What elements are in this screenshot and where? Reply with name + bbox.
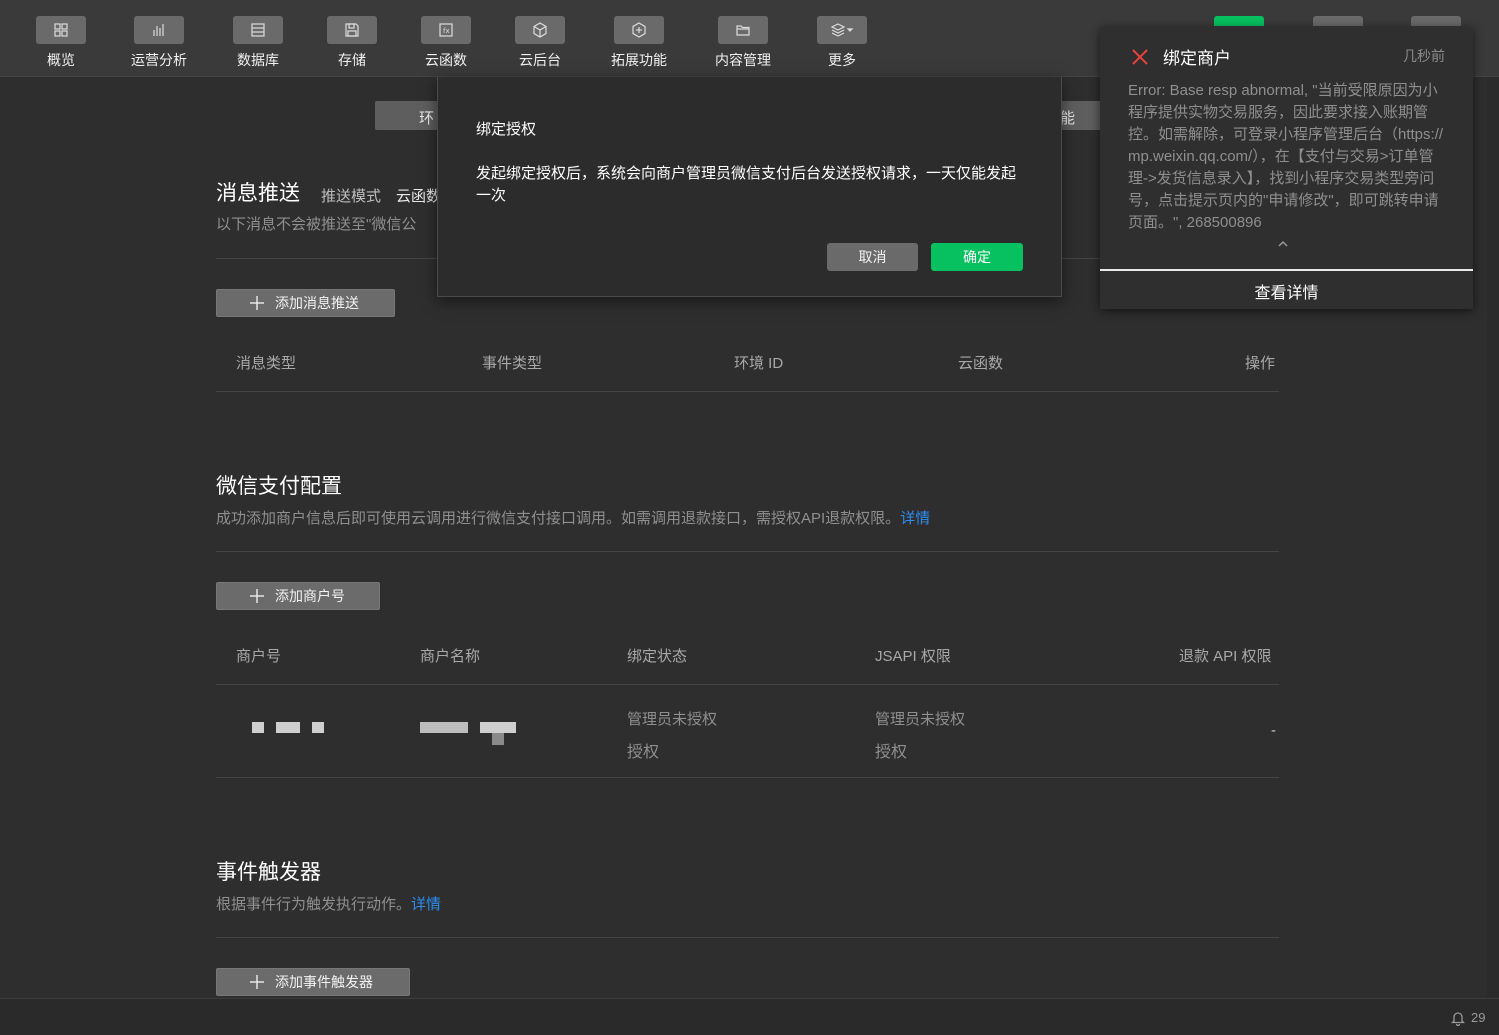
notification-message: Error: Base resp abnormal, "当前受限原因为小程序提供…: [1128, 82, 1444, 231]
bell-icon[interactable]: [1451, 1010, 1465, 1026]
button-label: 添加商户号: [275, 588, 345, 604]
tab-environment[interactable]: 环: [419, 107, 434, 128]
wxpay-detail-link[interactable]: 详情: [900, 510, 930, 527]
plus-icon: [250, 975, 264, 989]
grid-icon: [54, 23, 68, 37]
toolbar-analytics-button[interactable]: 运营分析: [114, 16, 204, 70]
toolbar-label: 存储: [338, 52, 366, 68]
bind-authorize-dialog: 绑定授权 发起绑定授权后，系统会向商户管理员微信支付后台发送授权请求，一天仅能发…: [437, 77, 1062, 297]
bar-chart-icon: [153, 24, 164, 36]
notification-title: 绑定商户: [1163, 49, 1231, 68]
toolbar-functions-button[interactable]: fx 云函数: [401, 16, 491, 70]
tab-feature[interactable]: 能: [1060, 107, 1075, 128]
event-trigger-detail-link[interactable]: 详情: [411, 896, 441, 913]
message-push-desc: 以下消息不会被推送至"微信公: [216, 216, 417, 233]
add-message-push-button[interactable]: 添加消息推送: [216, 289, 395, 317]
toolbar-storage-button[interactable]: 存储: [307, 16, 397, 70]
toolbar-content-button[interactable]: 内容管理: [698, 16, 788, 70]
toolbar-compile-button[interactable]: [1214, 16, 1264, 26]
column-header: JSAPI 权限: [875, 648, 951, 665]
save-icon: [345, 23, 359, 37]
column-header: 绑定状态: [627, 648, 688, 665]
toolbar-label: 运营分析: [131, 52, 187, 68]
add-merchant-button[interactable]: 添加商户号: [216, 582, 380, 610]
toolbar-extensions-button[interactable]: 拓展功能: [594, 16, 684, 70]
toolbar-settings-button[interactable]: [1411, 16, 1461, 26]
dialog-message: 发起绑定授权后，系统会向商户管理员微信支付后台发送授权请求，一天仅能发起一次: [476, 165, 1017, 204]
column-header: 环境 ID: [734, 355, 784, 372]
svg-text:fx: fx: [443, 27, 450, 35]
error-notification: 绑定商户 几秒前 Error: Base resp abnormal, "当前受…: [1100, 27, 1473, 309]
column-header: 云函数: [958, 355, 1004, 372]
toolbar-more-button[interactable]: 更多: [797, 16, 887, 70]
divider: [216, 684, 1279, 685]
column-header: 商户号: [236, 648, 282, 665]
cancel-button[interactable]: 取消: [827, 243, 918, 271]
toolbar-label: 更多: [828, 52, 856, 68]
jsapi-authorize-link[interactable]: 授权: [875, 738, 907, 762]
refund-api-status: -: [1271, 722, 1276, 739]
plus-icon: [250, 589, 264, 603]
divider: [216, 551, 1279, 552]
push-mode-label: 推送模式: [321, 188, 382, 205]
wxpay-desc-text: 成功添加商户信息后即可使用云调用进行微信支付接口调用。如需调用退款接口，需授权A…: [216, 510, 901, 527]
column-header: 事件类型: [482, 355, 543, 372]
push-mode-value: 云函数: [396, 188, 442, 205]
scrollbar[interactable]: [1487, 77, 1499, 998]
divider: [216, 937, 1279, 938]
divider: [216, 391, 1279, 392]
event-trigger-title: 事件触发器: [216, 861, 321, 884]
toolbar-overview-button[interactable]: 概览: [16, 16, 106, 70]
error-close-icon[interactable]: [1130, 47, 1150, 67]
confirm-button[interactable]: 确定: [931, 243, 1023, 271]
add-event-trigger-button[interactable]: 添加事件触发器: [216, 968, 410, 996]
notification-count: 29: [1471, 1010, 1486, 1025]
column-header: 操作: [1245, 355, 1276, 372]
column-header: 退款 API 权限: [1179, 648, 1272, 665]
toolbar-label: 云函数: [425, 52, 467, 68]
bind-status: 管理员未授权: [627, 711, 718, 728]
message-push-title: 消息推送: [216, 182, 300, 205]
folder-icon: [736, 25, 750, 36]
divider: [1100, 269, 1473, 271]
bind-authorize-link[interactable]: 授权: [627, 738, 659, 762]
toolbar-label: 云后台: [519, 52, 561, 68]
toolbar-label: 数据库: [237, 52, 279, 68]
cube-icon: [533, 22, 547, 38]
layers-icon: [830, 23, 854, 37]
function-icon: fx: [439, 23, 453, 37]
column-header: 消息类型: [236, 355, 297, 372]
wxpay-desc: 成功添加商户信息后即可使用云调用进行微信支付接口调用。如需调用退款接口，需授权A…: [216, 507, 930, 528]
toolbar-database-button[interactable]: 数据库: [213, 16, 303, 70]
toolbar-preview-button[interactable]: [1313, 16, 1363, 26]
column-header: 商户名称: [420, 648, 481, 665]
database-icon: [251, 23, 265, 37]
plus-icon: [250, 296, 264, 310]
toolbar-label: 内容管理: [715, 52, 771, 68]
jsapi-status: 管理员未授权: [875, 711, 966, 728]
notification-time: 几秒前: [1403, 48, 1445, 64]
chevron-up-icon[interactable]: [1276, 239, 1290, 249]
button-label: 添加消息推送: [275, 295, 359, 311]
event-trigger-desc-text: 根据事件行为触发执行动作。: [216, 896, 412, 913]
divider: [216, 777, 1279, 778]
toolbar-backend-button[interactable]: 云后台: [495, 16, 585, 70]
status-bar: 29: [0, 998, 1499, 1035]
event-trigger-desc: 根据事件行为触发执行动作。详情: [216, 893, 441, 914]
view-details-button[interactable]: 查看详情: [1100, 279, 1473, 303]
extension-icon: [632, 22, 646, 38]
toolbar-label: 概览: [47, 52, 75, 68]
dialog-title: 绑定授权: [476, 121, 537, 138]
button-label: 添加事件触发器: [275, 974, 373, 990]
toolbar-label: 拓展功能: [611, 52, 667, 68]
wxpay-title: 微信支付配置: [216, 475, 342, 498]
